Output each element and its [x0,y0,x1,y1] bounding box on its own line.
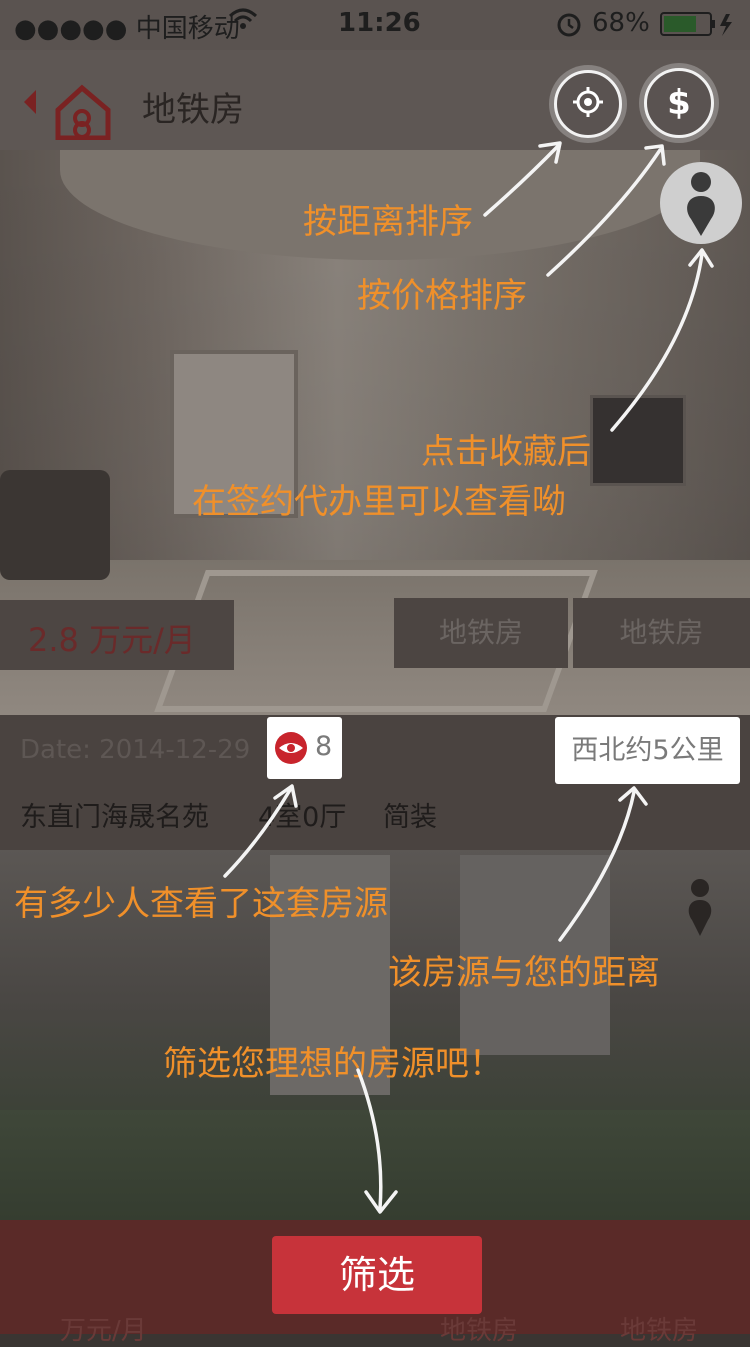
price-label: 2.8 万元/月 [28,621,196,659]
listing-date: Date: 2014-12-29 [20,735,251,765]
wifi-icon [228,6,258,39]
listing-layout: 4室0厅 [258,802,347,833]
hint-sort-distance: 按距离排序 [303,202,473,242]
favorite-button[interactable] [660,162,742,244]
battery-percent: 68% [592,8,650,38]
nav-bar: 地铁房 [0,50,750,150]
hint-favorite-line2: 在签约代办里可以查看呦 [192,482,566,522]
hint-favorite-line1: 点击收藏后 [421,432,591,472]
status-bar: ●●●●● 中国移动 11:26 68% [0,0,750,50]
sort-distance-button[interactable] [554,70,622,138]
faint-tag-1: 地铁房 [440,1316,519,1346]
faint-tag-2: 地铁房 [620,1316,699,1346]
hint-sort-price: 按价格排序 [357,276,527,316]
hint-filter: 筛选您理想的房源吧！ [163,1044,503,1084]
location-pin-icon [684,170,718,240]
eye-icon [273,731,309,769]
photo-tv [590,395,686,486]
carrier-label: ●●●●● 中国移动 [14,14,240,44]
location-pin-icon [686,878,714,938]
view-count-badge: 8 [267,717,342,779]
target-icon [571,85,605,123]
dollar-icon: $ [667,83,691,123]
hint-distance: 该房源与您的距离 [388,953,660,993]
distance-badge: 西北约5公里 [555,717,740,784]
clock: 11:26 [338,8,421,38]
view-count: 8 [315,731,333,762]
listing-decoration: 简装 [383,802,437,833]
back-button[interactable] [18,80,128,141]
alarm-icon [556,10,582,45]
tag-subway-2: 地铁房 [573,598,750,668]
photo-lawn [0,1110,750,1220]
sort-price-button[interactable]: $ [644,68,714,138]
listing-title: 东直门海晟名苑 [20,802,209,833]
battery-icon [660,12,740,45]
faint-price: 万元/月 [60,1316,147,1346]
tag-subway-1: 地铁房 [394,598,568,668]
filter-button[interactable]: 筛选 [272,1236,482,1314]
photo-sofa [0,470,110,580]
page-title: 地铁房 [142,90,244,130]
hint-view-count: 有多少人查看了这套房源 [14,884,388,924]
